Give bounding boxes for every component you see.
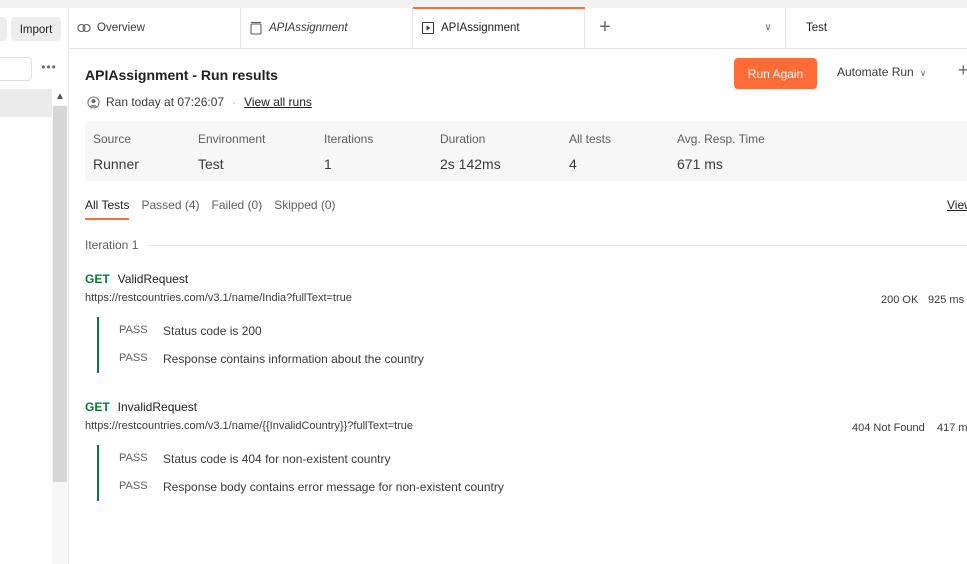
summary-value: Runner bbox=[93, 156, 139, 172]
test-status: PASS bbox=[119, 352, 148, 364]
request-name: InvalidRequest bbox=[117, 400, 198, 414]
iteration-divider bbox=[85, 245, 967, 246]
test-results: PASS Status code is 200 PASS Response co… bbox=[97, 317, 697, 373]
filter-all-tests[interactable]: All Tests bbox=[85, 198, 130, 220]
test-status: PASS bbox=[119, 480, 148, 492]
filter-skipped[interactable]: Skipped (0) bbox=[274, 198, 335, 220]
sidebar-scrollbar-thumb[interactable] bbox=[53, 106, 67, 482]
test-row: PASS Status code is 200 bbox=[119, 324, 262, 338]
request-url: https://restcountries.com/v3.1/name/{{In… bbox=[85, 420, 414, 432]
tab-overview-label: Overview bbox=[97, 22, 145, 34]
response-time: 417 ms bbox=[937, 422, 967, 434]
chevron-up-icon[interactable]: ▲ bbox=[52, 89, 68, 105]
response-status: 200 OK bbox=[881, 294, 919, 306]
page-title: APIAssignment - Run results bbox=[85, 67, 278, 83]
filter-failed[interactable]: Failed (0) bbox=[212, 198, 263, 220]
result-filter-tabs: All Tests Passed (4) Failed (0) Skipped … bbox=[85, 198, 336, 220]
summary-value: 2s 142ms bbox=[440, 156, 501, 172]
tab-run-results-label: APIAssignment bbox=[441, 22, 520, 34]
summary-value: 671 ms bbox=[677, 156, 723, 172]
test-row: PASS Status code is 404 for non-existent… bbox=[119, 452, 390, 466]
test-row: PASS Response contains information about… bbox=[119, 352, 424, 366]
sidebar-selected-item[interactable] bbox=[0, 89, 52, 117]
response-time: 925 ms bbox=[928, 294, 965, 306]
summary-label: All tests bbox=[569, 132, 612, 146]
summary-label: Source bbox=[93, 132, 132, 146]
tab-documentation-label: APIAssignment bbox=[269, 22, 348, 34]
user-icon bbox=[87, 95, 100, 109]
request-method: GET bbox=[85, 400, 110, 414]
request-result: GET InvalidRequest https://restcountries… bbox=[85, 400, 967, 501]
separator-dot: · bbox=[232, 95, 237, 109]
tab-documentation[interactable]: APIAssignment bbox=[241, 8, 413, 48]
summary-avg-resp-time: Avg. Resp. Time 671 ms bbox=[677, 132, 765, 172]
view-all-runs-link[interactable]: View all runs bbox=[244, 95, 312, 109]
request-result: GET ValidRequest https://restcountries.c… bbox=[85, 272, 967, 373]
test-results: PASS Status code is 404 for non-existent… bbox=[97, 445, 697, 501]
tab-overview[interactable]: Overview bbox=[69, 8, 241, 48]
collection-icon bbox=[250, 21, 262, 35]
iteration-header: Iteration 1 bbox=[85, 238, 967, 252]
automate-run-label: Automate Run bbox=[837, 65, 914, 79]
environment-selector[interactable]: Test bbox=[785, 8, 967, 48]
test-status: PASS bbox=[119, 452, 148, 464]
new-button[interactable] bbox=[0, 17, 7, 41]
iteration-label: Iteration 1 bbox=[85, 238, 149, 252]
test-name: Status code is 404 for non-existent coun… bbox=[163, 452, 391, 466]
view-link[interactable]: View bbox=[947, 198, 967, 212]
test-name: Response contains information about the … bbox=[163, 352, 424, 366]
team-icon bbox=[77, 23, 91, 33]
request-url: https://restcountries.com/v3.1/name/Indi… bbox=[85, 292, 352, 304]
chevron-down-icon[interactable]: ∨ bbox=[753, 8, 783, 48]
summary-label: Environment bbox=[198, 132, 266, 146]
tab-run-results[interactable]: APIAssignment bbox=[413, 7, 585, 48]
request-name: ValidRequest bbox=[117, 272, 189, 286]
summary-value: 4 bbox=[569, 156, 577, 172]
add-icon[interactable]: + bbox=[958, 60, 967, 81]
run-timestamp: Ran today at 07:26:07 bbox=[106, 95, 225, 109]
automate-run-button[interactable]: Automate Run ∨ bbox=[837, 65, 926, 79]
run-results-panel: APIAssignment - Run results Run Again Au… bbox=[69, 49, 967, 564]
summary-source: Source Runner bbox=[93, 132, 139, 172]
test-name: Status code is 200 bbox=[163, 324, 262, 338]
summary-environment: Environment Test bbox=[198, 132, 265, 172]
run-meta: Ran today at 07:26:07 · View all runs bbox=[87, 95, 312, 109]
sidebar: Import ••• ▲ bbox=[0, 0, 69, 564]
summary-label: Duration bbox=[440, 132, 486, 146]
new-tab-icon[interactable]: + bbox=[585, 8, 625, 48]
request-method: GET bbox=[85, 272, 110, 286]
summary-label: Avg. Resp. Time bbox=[677, 132, 765, 146]
test-name: Response body contains error message for… bbox=[163, 480, 504, 494]
summary-value: 1 bbox=[324, 156, 332, 172]
run-again-button[interactable]: Run Again bbox=[734, 58, 817, 89]
sidebar-top-strip bbox=[0, 0, 69, 8]
filter-passed[interactable]: Passed (4) bbox=[141, 198, 199, 220]
summary-label: Iterations bbox=[324, 132, 374, 146]
summary-value: Test bbox=[198, 156, 224, 172]
chevron-down-icon: ∨ bbox=[919, 68, 927, 78]
import-button[interactable]: Import bbox=[11, 17, 61, 41]
more-options-icon[interactable]: ••• bbox=[40, 61, 58, 75]
tab-bar: Overview APIAssignment APIAssignment + ∨… bbox=[69, 7, 967, 49]
summary-duration: Duration 2s 142ms bbox=[440, 132, 501, 172]
response-status: 404 Not Found bbox=[852, 422, 925, 434]
sidebar-search-input[interactable] bbox=[0, 57, 32, 81]
runner-icon bbox=[421, 21, 435, 35]
summary-iterations: Iterations 1 bbox=[324, 132, 373, 172]
request-header[interactable]: GET ValidRequest bbox=[85, 272, 967, 286]
summary-all-tests: All tests 4 bbox=[569, 132, 611, 172]
test-row: PASS Response body contains error messag… bbox=[119, 480, 504, 494]
request-header[interactable]: GET InvalidRequest bbox=[85, 400, 967, 414]
test-status: PASS bbox=[119, 324, 148, 336]
run-summary: Source Runner Environment Test Iteration… bbox=[85, 121, 967, 181]
